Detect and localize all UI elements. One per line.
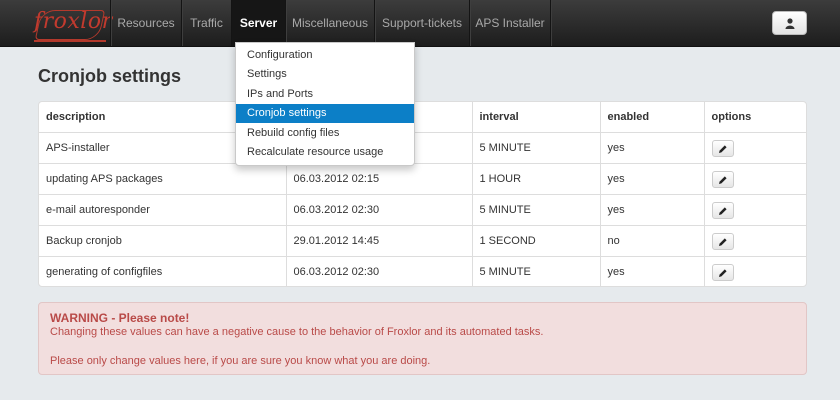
table-row: updating APS packages 06.03.2012 02:15 1… bbox=[39, 162, 806, 194]
nav-server[interactable]: Server bbox=[232, 0, 285, 46]
cell-last-execution: 06.03.2012 02:15 bbox=[285, 162, 472, 194]
header-options: options bbox=[703, 102, 806, 132]
header-enabled[interactable]: enabled bbox=[599, 102, 704, 132]
cell-enabled: yes bbox=[599, 162, 704, 194]
nav-resources[interactable]: Resources bbox=[111, 0, 181, 46]
cell-interval: 1 HOUR bbox=[471, 162, 600, 194]
pencil-icon bbox=[718, 269, 727, 277]
edit-button[interactable] bbox=[711, 263, 734, 281]
cell-interval: 5 MINUTE bbox=[471, 193, 600, 225]
menu-item-configuration[interactable]: Configuration bbox=[236, 46, 414, 65]
pencil-icon bbox=[718, 237, 727, 246]
cell-options bbox=[703, 193, 806, 225]
cell-description: generating of configfiles bbox=[39, 255, 286, 286]
edit-button[interactable] bbox=[711, 170, 734, 188]
table-row: Backup cronjob 29.01.2012 14:45 1 SECOND… bbox=[39, 224, 806, 256]
cell-options bbox=[703, 255, 806, 286]
cell-last-execution: 06.03.2012 02:30 bbox=[285, 193, 472, 225]
edit-button[interactable] bbox=[711, 232, 734, 250]
edit-button[interactable] bbox=[711, 139, 734, 157]
cell-description: Backup cronjob bbox=[39, 224, 286, 256]
pencil-icon bbox=[718, 144, 727, 153]
header-interval[interactable]: interval bbox=[471, 102, 600, 132]
nav-traffic[interactable]: Traffic bbox=[182, 0, 231, 46]
cell-options bbox=[703, 162, 806, 194]
user-menu-button[interactable] bbox=[772, 11, 807, 35]
table-row: generating of configfiles 06.03.2012 02:… bbox=[39, 255, 806, 286]
cell-interval: 5 MINUTE bbox=[471, 131, 600, 163]
cell-last-execution: 29.01.2012 14:45 bbox=[285, 224, 472, 256]
cell-interval: 1 SECOND bbox=[471, 224, 600, 256]
cronjob-table: description last execution interval enab… bbox=[38, 101, 807, 287]
menu-item-ips-and-ports[interactable]: IPs and Ports bbox=[236, 85, 414, 104]
alert-message: Please only change values here, if you a… bbox=[50, 355, 431, 367]
menu-item-settings[interactable]: Settings bbox=[236, 65, 414, 84]
pencil-icon bbox=[718, 175, 727, 184]
alert-message: Changing these values can have a negativ… bbox=[50, 326, 544, 338]
nav-support-tickets[interactable]: Support-tickets bbox=[375, 0, 469, 46]
nav-aps-installer[interactable]: APS Installer bbox=[470, 0, 550, 46]
cell-enabled: yes bbox=[599, 255, 704, 286]
cell-description: updating APS packages bbox=[39, 162, 286, 194]
edit-button[interactable] bbox=[711, 201, 734, 219]
cell-options bbox=[703, 224, 806, 256]
cell-options bbox=[703, 131, 806, 163]
froxlor-logo[interactable]: froxlor bbox=[34, 6, 112, 42]
menu-item-recalculate-resource-usage[interactable]: Recalculate resource usage bbox=[236, 143, 414, 162]
nav-divider bbox=[550, 0, 551, 46]
server-dropdown-menu: Configuration Settings IPs and Ports Cro… bbox=[235, 42, 415, 166]
table-row: APS-installer 5 MINUTE yes bbox=[39, 131, 806, 163]
page-title: Cronjob settings bbox=[38, 66, 181, 86]
menu-item-rebuild-config-files[interactable]: Rebuild config files bbox=[236, 124, 414, 143]
cell-enabled: no bbox=[599, 224, 704, 256]
cell-description: e-mail autoresponder bbox=[39, 193, 286, 225]
cell-enabled: yes bbox=[599, 193, 704, 225]
menu-item-cronjob-settings[interactable]: Cronjob settings bbox=[236, 104, 414, 123]
warning-alert: WARNING - Please note! Changing these va… bbox=[38, 302, 807, 375]
user-icon bbox=[785, 18, 795, 29]
cell-enabled: yes bbox=[599, 131, 704, 163]
cell-interval: 5 MINUTE bbox=[471, 255, 600, 286]
pencil-icon bbox=[718, 206, 727, 215]
table-header-row: description last execution interval enab… bbox=[39, 102, 806, 132]
top-navbar: froxlor Resources Traffic Server Miscell… bbox=[0, 0, 840, 47]
alert-title: WARNING - Please note! bbox=[50, 311, 190, 325]
cell-last-execution: 06.03.2012 02:30 bbox=[285, 255, 472, 286]
table-row: e-mail autoresponder 06.03.2012 02:30 5 … bbox=[39, 193, 806, 225]
nav-miscellaneous[interactable]: Miscellaneous bbox=[286, 0, 374, 46]
